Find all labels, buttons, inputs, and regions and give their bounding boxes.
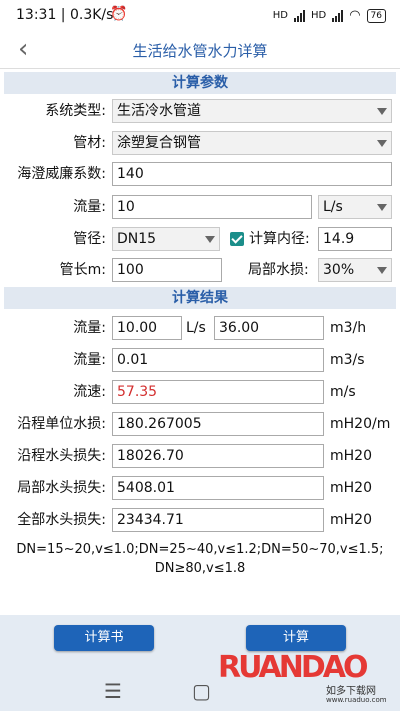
head-loss-value[interactable]: 18026.70 xyxy=(112,444,324,468)
alarm-clock-icon: ⏰ xyxy=(110,6,128,22)
section-results: 计算结果 xyxy=(4,287,396,309)
result-flow-label: 流量: xyxy=(73,320,106,336)
hd-label-1: HD xyxy=(272,10,288,21)
local-head-loss-label: 局部水头损失: xyxy=(17,480,106,496)
pipe-length-input[interactable]: 100 xyxy=(112,258,222,282)
flow-input[interactable]: 10 xyxy=(112,195,312,219)
total-head-loss-label: 全部水头损失: xyxy=(17,512,106,528)
material-label: 管材: xyxy=(73,135,106,151)
wifi-icon: ◠ xyxy=(349,8,361,23)
watermark-brand: RUANDAO xyxy=(218,650,368,685)
pipe-length-label: 管长m: xyxy=(59,262,106,278)
result-flow-m3h-unit: m3/h xyxy=(330,320,367,336)
main-content: 计算参数 系统类型: 生活冷水管道 管材: 涂塑复合钢管 海澄威廉系数: 140… xyxy=(0,70,400,615)
result-flow-ls-unit: L/s xyxy=(186,320,206,336)
hw-coef-label: 海澄威廉系数: xyxy=(17,166,106,182)
status-time-speed: 13:31 | 0.3K/s xyxy=(16,7,114,23)
result-flow-m3h[interactable]: 36.00 xyxy=(214,316,324,340)
calc-inner-diam-checkbox[interactable] xyxy=(230,232,244,246)
row-hw-coef: 海澄威廉系数: 140 xyxy=(0,160,400,188)
row-pipe-length: 管长m: 100 局部水损: 30% xyxy=(0,256,400,284)
watermark-url: www.ruaduo.com xyxy=(326,696,387,704)
row-material: 管材: 涂塑复合钢管 xyxy=(0,129,400,157)
home-nav-icon[interactable]: ▢ xyxy=(192,679,211,703)
battery-icon: 76 xyxy=(366,8,386,23)
signal-icon xyxy=(293,9,305,22)
page-title: 生活给水管水力详算 xyxy=(132,42,268,60)
material-value: 涂塑复合钢管 xyxy=(117,135,201,151)
section-calc-params: 计算参数 xyxy=(4,72,396,94)
row-diameter: 管径: DN15 计算内径: 14.9 xyxy=(0,225,400,253)
dropdown-caret-icon xyxy=(377,204,387,211)
flow-unit-select[interactable]: L/s xyxy=(318,195,392,219)
head-loss-label: 沿程水头损失: xyxy=(17,448,106,464)
velocity-unit: m/s xyxy=(330,384,356,400)
velocity-label: 流速: xyxy=(73,384,106,400)
hd-label-2: HD xyxy=(310,10,327,21)
row-velocity: 流速: 57.35 m/s xyxy=(0,378,400,406)
status-bar: 13:31 | 0.3K/s ⏰ HD HD ◠ 76 xyxy=(0,0,400,32)
unit-loss-unit: mH20/m xyxy=(330,416,391,432)
flow-label: 流量: xyxy=(73,199,106,215)
unit-loss-label: 沿程单位水损: xyxy=(17,416,106,432)
system-type-label: 系统类型: xyxy=(45,103,106,119)
local-loss-value: 30% xyxy=(323,262,355,278)
velocity-value[interactable]: 57.35 xyxy=(112,380,324,404)
row-result-flow2: 流量: 0.01 m3/s xyxy=(0,346,400,374)
calc-inner-diam-label: 计算内径: xyxy=(249,231,310,247)
diameter-select[interactable]: DN15 xyxy=(112,227,220,251)
watermark-cn: 如多下载网 xyxy=(326,686,376,697)
watermark-logo: RUANDAO 如多下载网 www.ruaduo.com xyxy=(216,636,392,708)
row-unit-loss: 沿程单位水损: 180.267005 mH20/m xyxy=(0,410,400,438)
flow-unit-value: L/s xyxy=(323,199,343,215)
total-head-loss-value[interactable]: 23434.71 xyxy=(112,508,324,532)
result-flow2-label: 流量: xyxy=(73,352,106,368)
result-flow-m3s[interactable]: 0.01 xyxy=(112,348,324,372)
total-head-loss-unit: mH20 xyxy=(330,512,372,528)
dropdown-caret-icon xyxy=(377,140,387,147)
row-total-head-loss: 全部水头损失: 23434.71 mH20 xyxy=(0,506,400,534)
menu-nav-icon[interactable]: ☰ xyxy=(104,679,122,703)
local-head-loss-value[interactable]: 5408.01 xyxy=(112,476,324,500)
dropdown-caret-icon xyxy=(377,108,387,115)
row-result-flow1: 流量: 10.00 L/s 36.00 m3/h xyxy=(0,314,400,342)
diameter-value: DN15 xyxy=(117,231,157,247)
dropdown-caret-icon xyxy=(205,236,215,243)
system-type-select[interactable]: 生活冷水管道 xyxy=(112,99,392,123)
dropdown-caret-icon xyxy=(377,267,387,274)
inner-diam-input[interactable]: 14.9 xyxy=(318,227,392,251)
signal-icon xyxy=(332,9,344,22)
result-flow-m3s-unit: m3/s xyxy=(330,352,365,368)
diameter-label: 管径: xyxy=(73,231,106,247)
app-header: ‹ 生活给水管水力详算 xyxy=(0,32,400,69)
local-head-loss-unit: mH20 xyxy=(330,480,372,496)
velocity-limit-note-2: DN≥80,v≤1.8 xyxy=(154,561,246,576)
row-flow: 流量: 10 L/s xyxy=(0,193,400,221)
material-select[interactable]: 涂塑复合钢管 xyxy=(112,131,392,155)
unit-loss-value[interactable]: 180.267005 xyxy=(112,412,324,436)
result-flow-ls[interactable]: 10.00 xyxy=(112,316,182,340)
local-loss-select[interactable]: 30% xyxy=(318,258,392,282)
head-loss-unit: mH20 xyxy=(330,448,372,464)
velocity-limit-note-1: DN=15~20,v≤1.0;DN=25~40,v≤1.2;DN=50~70,v… xyxy=(16,542,384,557)
row-system-type: 系统类型: 生活冷水管道 xyxy=(0,97,400,125)
hw-coef-input[interactable]: 140 xyxy=(112,162,392,186)
row-head-loss: 沿程水头损失: 18026.70 mH20 xyxy=(0,442,400,470)
local-loss-label: 局部水损: xyxy=(248,262,309,278)
system-type-value: 生活冷水管道 xyxy=(117,103,201,119)
calc-book-button[interactable]: 计算书 xyxy=(54,625,154,651)
row-local-head-loss: 局部水头损失: 5408.01 mH20 xyxy=(0,474,400,502)
